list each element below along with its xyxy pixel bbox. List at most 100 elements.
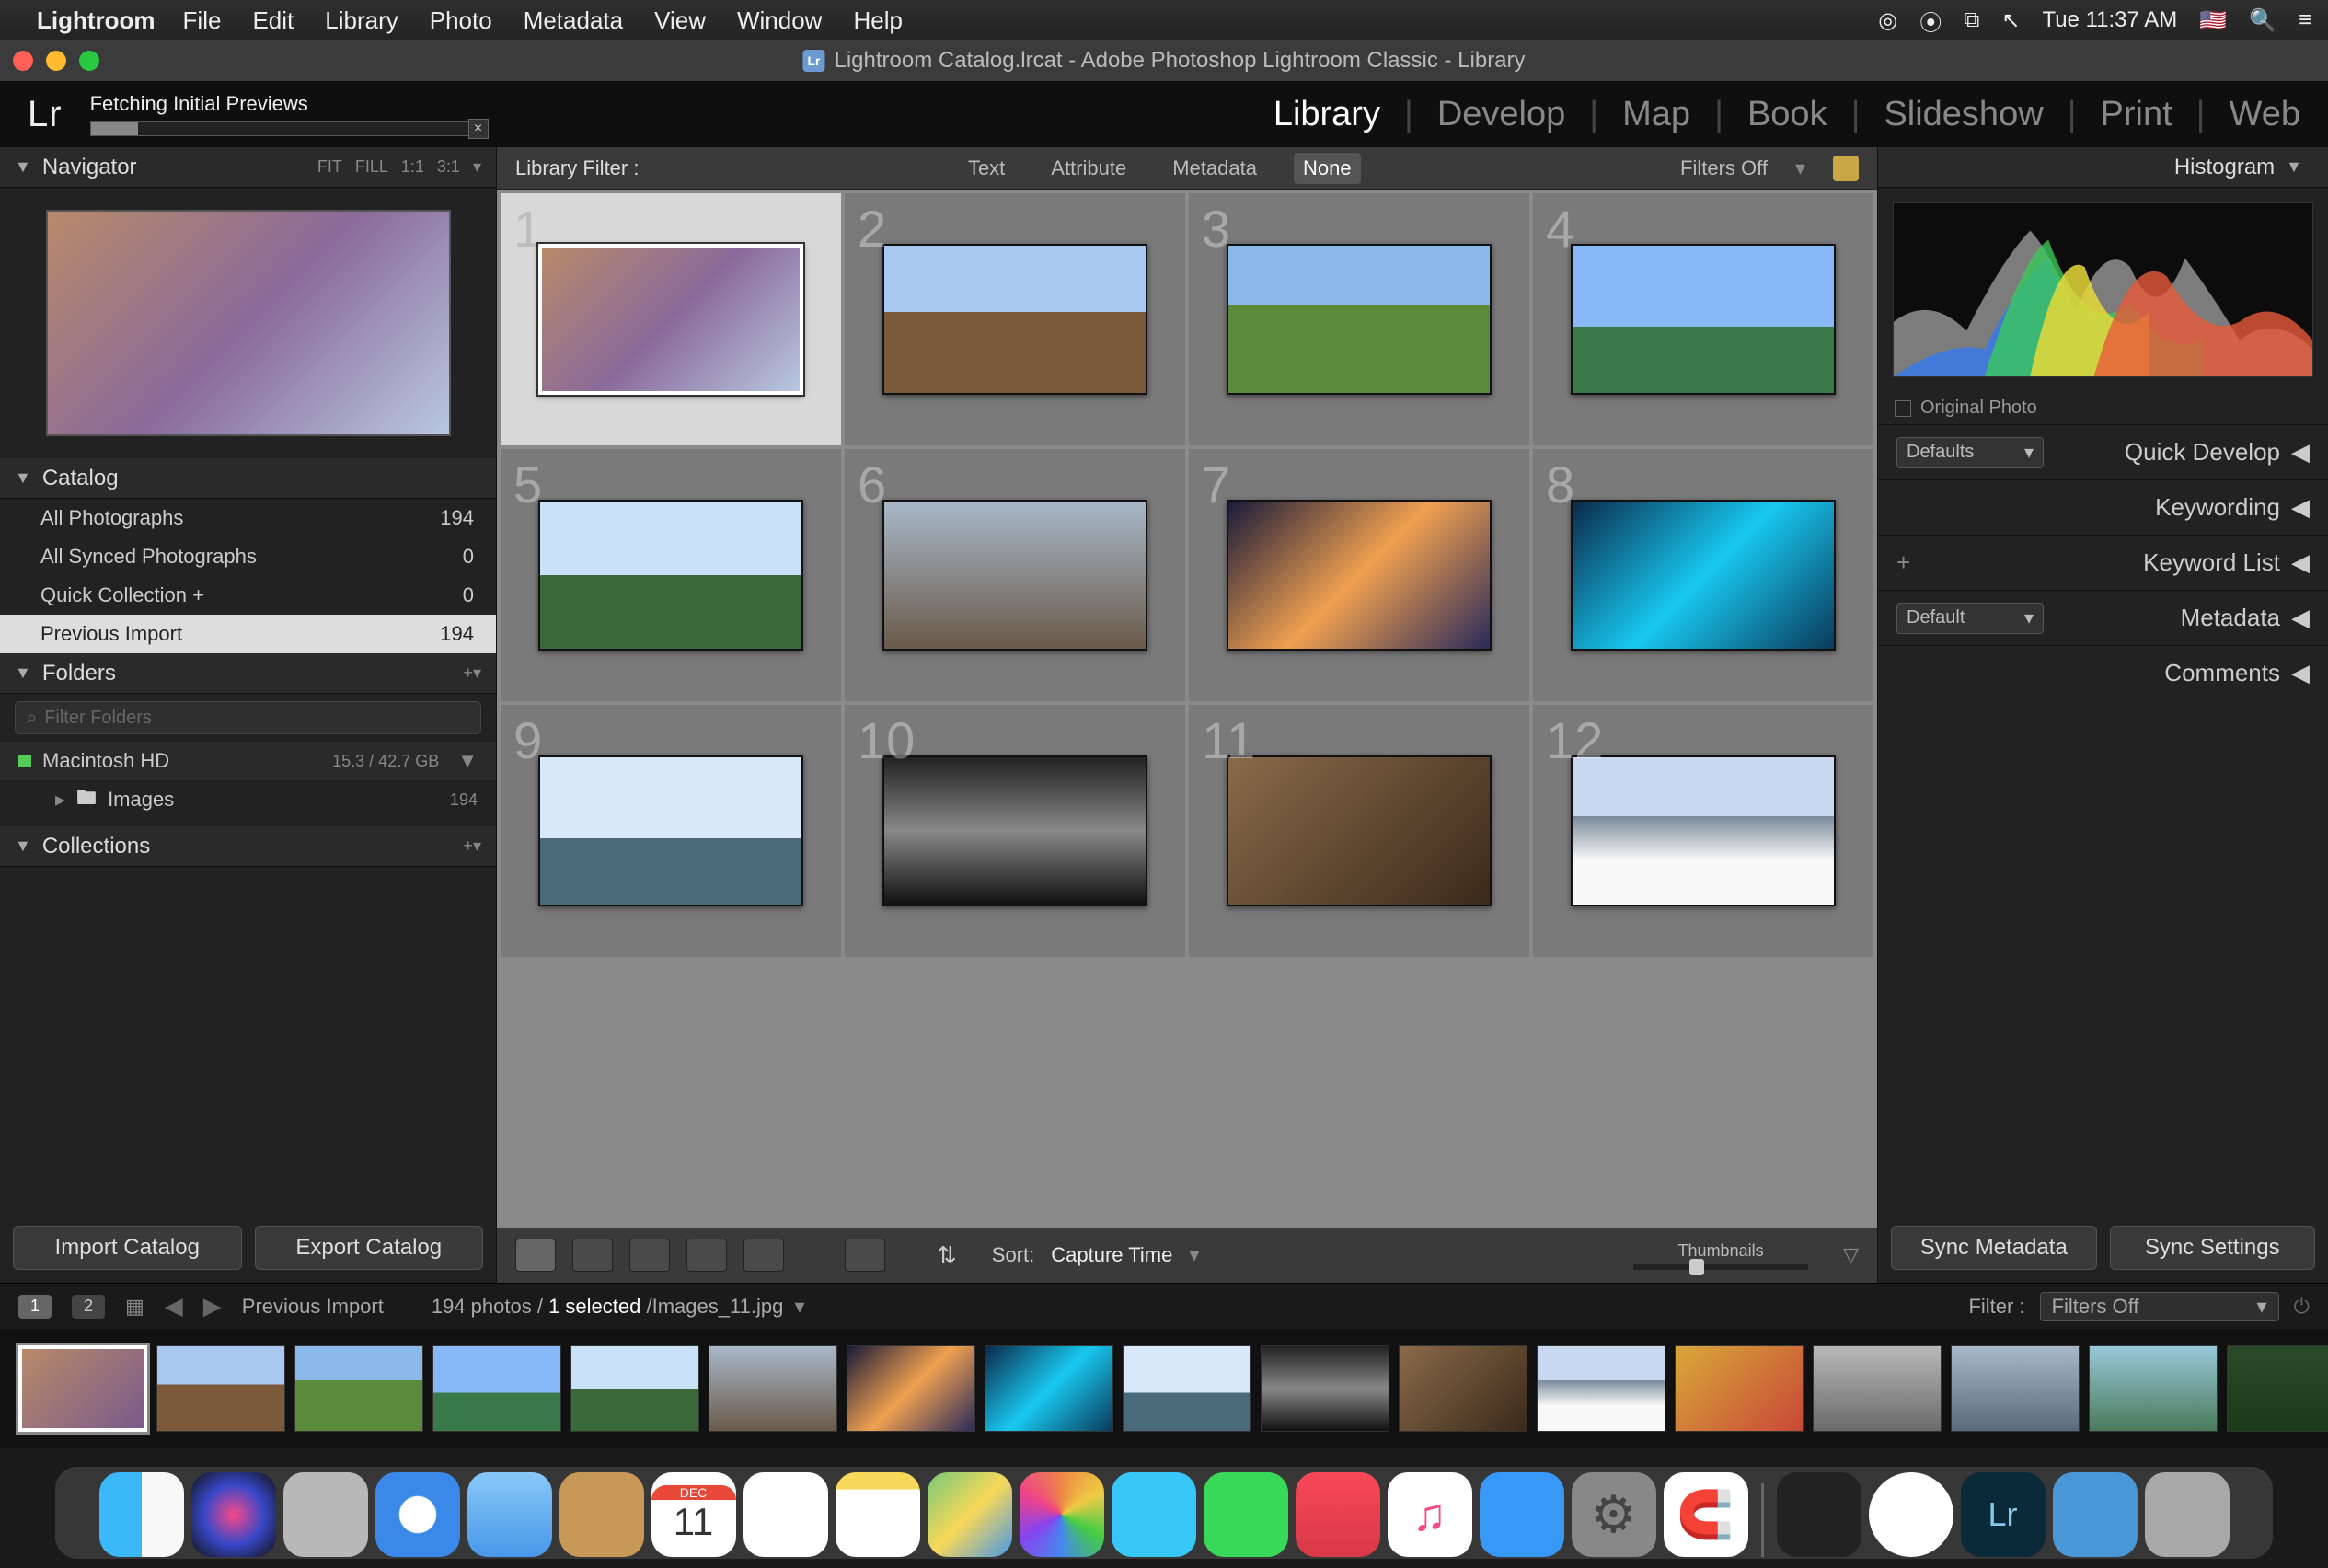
menu-metadata[interactable]: Metadata [524,6,623,35]
dock-terminal-icon[interactable] [1777,1472,1861,1557]
chevron-down-icon[interactable]: ▾ [1795,156,1805,180]
filmstrip-thumb[interactable] [156,1345,285,1432]
keyword-list-header[interactable]: + Keyword List ◀ [1878,535,2328,590]
sort-direction-icon[interactable]: ⇅ [937,1241,957,1270]
filmstrip-thumb[interactable] [847,1345,975,1432]
dock-magnet-icon[interactable]: 🧲 [1664,1472,1748,1557]
filmstrip-thumb[interactable] [294,1345,423,1432]
dock-maps-icon[interactable] [928,1472,1012,1557]
dock-notes-icon[interactable] [836,1472,920,1557]
filmstrip-thumb[interactable] [1399,1345,1527,1432]
grid-cell[interactable]: 2 [845,193,1185,445]
dock-downloads-icon[interactable] [2053,1472,2138,1557]
menubar-app-name[interactable]: Lightroom [37,6,156,35]
catalog-row-quick[interactable]: Quick Collection +0 [0,576,496,615]
filter-toggle-icon[interactable]: ⏻ [2294,1295,2310,1319]
navigator-header[interactable]: ▼ Navigator FIT FILL 1:1 3:1 ▾ [0,147,496,188]
grid-cell[interactable]: 9 [501,705,841,957]
dock-mail-icon[interactable] [467,1472,552,1557]
nav-mode-1to1[interactable]: 1:1 [401,157,424,177]
add-folder-icon[interactable]: +▾ [463,663,481,683]
dock-siri-icon[interactable] [191,1472,276,1557]
sort-value[interactable]: Capture Time [1051,1243,1172,1267]
filmstrip-thumb[interactable] [1951,1345,2080,1432]
collections-header[interactable]: ▼ Collections +▾ [0,826,496,867]
menu-library[interactable]: Library [325,6,398,35]
module-slideshow[interactable]: Slideshow [1884,95,2043,134]
filmstrip-thumb[interactable] [1675,1345,1804,1432]
filmstrip-thumb[interactable] [18,1345,147,1432]
navigator-preview[interactable] [0,188,496,458]
spotlight-icon[interactable]: 🔍 [2249,7,2276,34]
dock-launchpad-icon[interactable] [283,1472,368,1557]
sync-settings-button[interactable]: Sync Settings [2110,1226,2316,1270]
dock-settings-icon[interactable]: ⚙ [1572,1472,1656,1557]
dock-music-icon[interactable]: ♫ [1388,1472,1472,1557]
chevron-down-icon[interactable]: ▾ [794,1295,804,1318]
metadata-header[interactable]: Default▾ Metadata ◀ [1878,590,2328,645]
cc-status-icon[interactable]: ◎ [1878,7,1897,34]
histogram-header[interactable]: Histogram ▼ [1878,147,2328,188]
sync-status-icon[interactable]: ⦿ [1919,5,1942,37]
dock-trash-icon[interactable] [2145,1472,2230,1557]
grid-cell[interactable]: 6 [845,449,1185,701]
quickdev-preset-dropdown[interactable]: Defaults▾ [1896,437,2044,468]
flag-icon[interactable]: 🇺🇸 [2199,7,2227,34]
cursor-icon[interactable]: ↖ [2001,7,2020,34]
expand-icon[interactable]: ▸ [55,788,65,812]
module-print[interactable]: Print [2101,95,2172,134]
filter-none[interactable]: None [1294,153,1361,184]
quick-develop-header[interactable]: Defaults▾ Quick Develop ◀ [1878,424,2328,479]
module-library[interactable]: Library [1273,95,1380,134]
export-catalog-button[interactable]: Export Catalog [255,1226,484,1270]
menu-edit[interactable]: Edit [252,6,294,35]
toolbar-menu-icon[interactable]: ▽ [1843,1243,1859,1267]
module-web[interactable]: Web [2230,95,2300,134]
sort-dropdown-icon[interactable]: ▾ [1189,1243,1199,1267]
nav-mode-dropdown-icon[interactable]: ▾ [473,157,481,177]
dock-safari-icon[interactable] [375,1472,460,1557]
screen-2-button[interactable]: 2 [72,1295,105,1319]
menu-photo[interactable]: Photo [430,6,492,35]
thumbnail-size-slider[interactable] [1633,1264,1808,1270]
dock-calendar-icon[interactable]: DEC11 [651,1472,736,1557]
add-collection-icon[interactable]: +▾ [463,836,481,856]
filmstrip-thumb[interactable] [570,1345,699,1432]
grid-cell[interactable]: 5 [501,449,841,701]
grid-cell[interactable]: 3 [1189,193,1529,445]
lock-icon[interactable] [1833,156,1859,181]
dock-facetime-icon[interactable] [1204,1472,1288,1557]
sync-metadata-button[interactable]: Sync Metadata [1891,1226,2097,1270]
filter-text[interactable]: Text [959,153,1014,184]
menubar-clock[interactable]: Tue 11:37 AM [2042,7,2177,33]
keywording-header[interactable]: Keywording ◀ [1878,479,2328,535]
folder-drive-row[interactable]: Macintosh HD 15.3 / 42.7 GB ▼ [0,742,496,780]
catalog-row-synced[interactable]: All Synced Photographs0 [0,537,496,576]
filmstrip-filter-dropdown[interactable]: Filters Off ▾ [2040,1292,2279,1321]
add-keyword-icon[interactable]: + [1896,548,1910,577]
grid-view-icon[interactable] [515,1239,556,1272]
close-window-button[interactable] [13,51,33,71]
dock-reminders-icon[interactable] [743,1472,828,1557]
menu-file[interactable]: File [183,6,222,35]
grid-cell[interactable]: 1 [501,193,841,445]
people-view-icon[interactable] [743,1239,784,1272]
filmstrip-thumb[interactable] [2089,1345,2218,1432]
cancel-progress-button[interactable]: × [468,119,489,139]
chevron-down-icon[interactable]: ▼ [457,749,478,773]
dock-contacts-icon[interactable] [559,1472,644,1557]
grid-cell[interactable]: 11 [1189,705,1529,957]
module-map[interactable]: Map [1622,95,1690,134]
dock-lightroom-icon[interactable]: Lr [1961,1472,2046,1557]
filmstrip-thumb[interactable] [709,1345,837,1432]
grid-cell[interactable]: 8 [1533,449,1873,701]
import-catalog-button[interactable]: Import Catalog [13,1226,242,1270]
grid-cell[interactable]: 4 [1533,193,1873,445]
screen-share-icon[interactable]: ⧉ [1964,7,1979,33]
nav-mode-fit[interactable]: FIT [317,157,342,177]
dock-news-icon[interactable] [1296,1472,1380,1557]
catalog-row-previous-import[interactable]: Previous Import194 [0,615,496,653]
loupe-view-icon[interactable] [572,1239,613,1272]
menu-view[interactable]: View [654,6,706,35]
filter-attribute[interactable]: Attribute [1042,153,1135,184]
